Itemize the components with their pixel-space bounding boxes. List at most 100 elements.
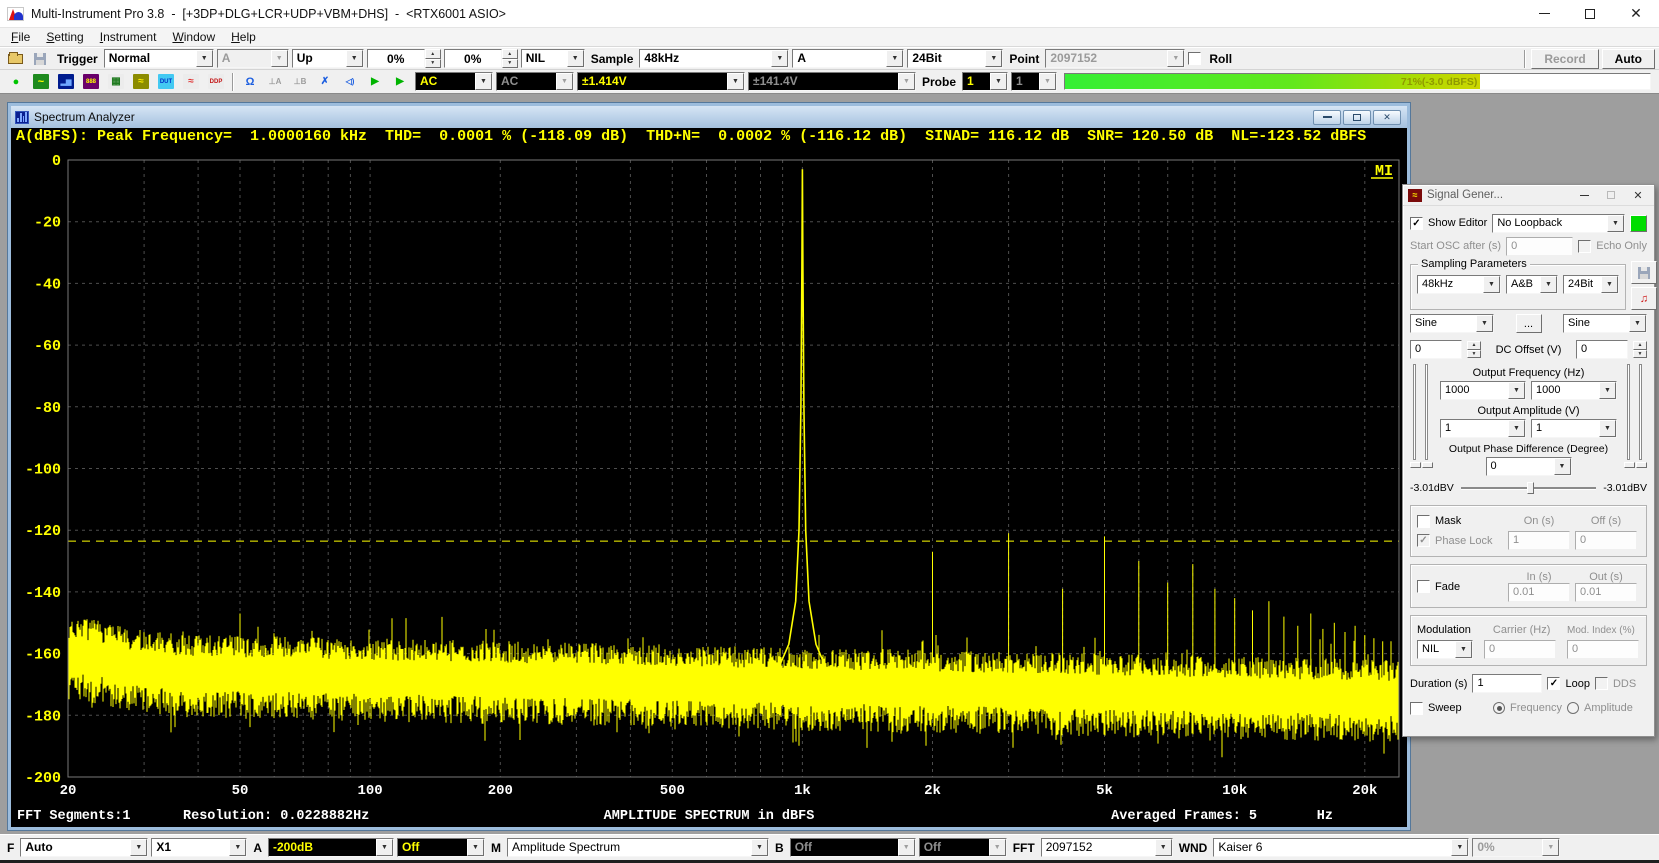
spin-up-icon[interactable]: ▲ <box>1467 341 1481 350</box>
close-button[interactable]: ✕ <box>1613 0 1659 27</box>
minimize-button[interactable] <box>1313 110 1341 125</box>
chevron-down-icon[interactable]: ▼ <box>1607 215 1624 232</box>
chevron-down-icon[interactable]: ▼ <box>1455 641 1472 658</box>
chevron-down-icon[interactable]: ▼ <box>751 839 768 856</box>
chevron-down-icon[interactable]: ▼ <box>1599 420 1616 437</box>
slider-track[interactable] <box>1425 364 1428 460</box>
window-function-select[interactable]: Kaiser 6 ▼ <box>1213 838 1469 857</box>
amplitude-slider-a-group[interactable] <box>1410 362 1435 476</box>
slider-handle[interactable] <box>1624 462 1635 468</box>
trigger-level-stepper[interactable]: 0% ▲▼ <box>367 49 441 68</box>
slider-track[interactable] <box>1413 364 1416 460</box>
calibration-button[interactable]: Ω <box>238 72 262 92</box>
chevron-down-icon[interactable]: ▼ <box>346 50 363 67</box>
a-setting-select[interactable]: Off ▼ <box>397 838 485 857</box>
show-editor-checkbox[interactable]: Show Editor <box>1410 217 1487 230</box>
chevron-down-icon[interactable]: ▼ <box>1483 276 1500 293</box>
phase-difference-select[interactable]: 0 ▼ <box>1486 457 1572 476</box>
spectrum-plot[interactable]: 0-20-40-60-80-100-120-140-160-180-200205… <box>11 149 1407 807</box>
chevron-down-icon[interactable]: ▼ <box>990 73 1007 90</box>
chevron-down-icon[interactable]: ▼ <box>771 50 788 67</box>
trigger-delay-stepper[interactable]: 0% ▲▼ <box>444 49 518 68</box>
ddp-viewer-button[interactable]: DDP <box>204 72 228 92</box>
auto-button[interactable]: Auto <box>1602 49 1655 69</box>
chevron-down-icon[interactable]: ▼ <box>467 839 484 856</box>
chevron-down-icon[interactable]: ▼ <box>1599 382 1616 399</box>
chevron-down-icon[interactable]: ▼ <box>1508 382 1525 399</box>
frequency-axis-select[interactable]: Auto ▼ <box>20 838 148 857</box>
frequency-a-select[interactable]: 1000 ▼ <box>1440 381 1526 400</box>
menu-file[interactable]: File <box>3 28 38 46</box>
play-loop-button[interactable]: ▶ <box>388 72 412 92</box>
chevron-down-icon[interactable]: ▼ <box>1155 839 1172 856</box>
generator-rate-select[interactable]: 48kHz ▼ <box>1417 275 1501 294</box>
data-logger-button[interactable]: ▦ <box>104 72 128 92</box>
zoom-select[interactable]: X1 ▼ <box>151 838 247 857</box>
close-button[interactable]: ✕ <box>1627 188 1649 203</box>
chevron-down-icon[interactable]: ▼ <box>727 73 744 90</box>
spin-up-icon[interactable]: ▲ <box>502 49 518 59</box>
amplitude-a-select[interactable]: 1 ▼ <box>1440 419 1526 438</box>
waveform-b-select[interactable]: Sine ▼ <box>1563 314 1647 333</box>
dc-offset-a-input[interactable]: 0 <box>1410 340 1462 359</box>
slider-track[interactable] <box>1639 364 1642 460</box>
display-mode-select[interactable]: Amplitude Spectrum ▼ <box>507 838 769 857</box>
device-under-test-button[interactable]: DUT <box>154 72 178 92</box>
probe-a-select[interactable]: 1 ▼ <box>962 72 1008 91</box>
balance-slider[interactable] <box>1461 481 1596 495</box>
amplitude-slider-b-group[interactable] <box>1622 362 1647 476</box>
slider-handle[interactable] <box>1527 482 1534 494</box>
chevron-down-icon[interactable]: ▼ <box>1554 458 1571 475</box>
frequency-b-select[interactable]: 1000 ▼ <box>1531 381 1617 400</box>
spectrum-3d-plot-button[interactable]: ≈ <box>179 72 203 92</box>
menu-instrument[interactable]: Instrument <box>92 28 165 46</box>
run-button[interactable]: ● <box>4 72 28 92</box>
play-button[interactable]: ▶ <box>363 72 387 92</box>
sweep-checkbox[interactable]: Sweep <box>1410 702 1488 715</box>
save-waveform-button[interactable] <box>1631 261 1657 284</box>
dc-offset-b-stepper[interactable]: ▲▼ <box>1633 341 1647 358</box>
speaker-button[interactable]: ◁) <box>338 72 362 92</box>
spectrum-analyzer-titlebar[interactable]: Spectrum Analyzer ✕ <box>11 106 1407 128</box>
multimeter-button[interactable]: 888 <box>79 72 103 92</box>
close-button[interactable]: ✕ <box>1373 110 1401 125</box>
waveform-a-select[interactable]: Sine ▼ <box>1410 314 1494 333</box>
sampling-channels-select[interactable]: A ▼ <box>792 49 904 68</box>
restore-button[interactable] <box>1343 110 1371 125</box>
generator-status-button[interactable] <box>1630 215 1647 232</box>
amplitude-b-select[interactable]: 1 ▼ <box>1531 419 1617 438</box>
chevron-down-icon[interactable]: ▼ <box>1540 276 1557 293</box>
spectrum-analyzer-button[interactable]: ▂▆ <box>54 72 78 92</box>
chevron-down-icon[interactable]: ▼ <box>1629 315 1646 332</box>
mask-checkbox[interactable]: Mask <box>1417 515 1503 528</box>
generator-channels-select[interactable]: A&B ▼ <box>1506 275 1558 294</box>
chevron-down-icon[interactable]: ▼ <box>130 839 147 856</box>
open-button[interactable] <box>4 49 26 69</box>
maximize-button[interactable] <box>1567 0 1613 27</box>
spin-down-icon[interactable]: ▼ <box>502 59 518 69</box>
chevron-down-icon[interactable]: ▼ <box>196 50 213 67</box>
chevron-down-icon[interactable]: ▼ <box>1601 276 1618 293</box>
hpf-select[interactable]: NIL ▼ <box>521 49 585 68</box>
chevron-down-icon[interactable]: ▼ <box>229 839 246 856</box>
modulation-select[interactable]: NIL ▼ <box>1417 640 1473 659</box>
spin-down-icon[interactable]: ▼ <box>425 59 441 69</box>
music-library-button[interactable]: ♫ <box>1631 287 1657 310</box>
sampling-bits-select[interactable]: 24Bit ▼ <box>907 49 1003 68</box>
chevron-down-icon[interactable]: ▼ <box>567 50 584 67</box>
roll-checkbox[interactable]: Roll <box>1188 52 1235 66</box>
fft-size-select[interactable]: 2097152 ▼ <box>1041 838 1173 857</box>
duration-input[interactable]: 1 <box>1472 674 1542 693</box>
slider-handle[interactable] <box>1422 462 1433 468</box>
spin-up-icon[interactable]: ▲ <box>1633 341 1647 350</box>
spin-down-icon[interactable]: ▼ <box>1633 350 1647 359</box>
minimize-button[interactable] <box>1521 0 1567 27</box>
chevron-down-icon[interactable]: ▼ <box>985 50 1002 67</box>
loopback-select[interactable]: No Loopback ▼ <box>1492 214 1625 233</box>
chevron-down-icon[interactable]: ▼ <box>886 50 903 67</box>
chevron-down-icon[interactable]: ▼ <box>1508 420 1525 437</box>
sampling-rate-select[interactable]: 48kHz ▼ <box>639 49 789 68</box>
save-button[interactable] <box>29 49 51 69</box>
signal-generator-titlebar[interactable]: ≈ Signal Gener... ✕ <box>1403 185 1654 206</box>
dc-offset-b-input[interactable]: 0 <box>1576 340 1628 359</box>
